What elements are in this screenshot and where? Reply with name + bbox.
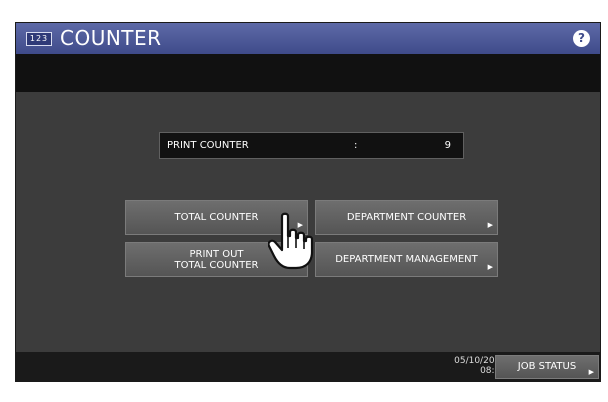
print-out-total-counter-label: PRINT OUT TOTAL COUNTER xyxy=(174,248,259,271)
job-status-button[interactable]: JOB STATUS ▶ xyxy=(495,355,599,379)
print-counter-separator: : xyxy=(354,140,358,151)
help-icon[interactable]: ? xyxy=(573,30,590,47)
department-counter-label: DEPARTMENT COUNTER xyxy=(346,212,467,223)
print-counter-display: PRINT COUNTER : 9 xyxy=(159,132,464,159)
print-counter-value: 9 xyxy=(444,140,451,151)
print-counter-label: PRINT COUNTER xyxy=(167,140,249,151)
message-bar xyxy=(16,54,600,92)
job-status-label: JOB STATUS xyxy=(517,361,577,372)
title-bar: 123 COUNTER ? xyxy=(16,23,600,54)
arrow-right-icon: ▶ xyxy=(487,221,493,229)
department-management-button[interactable]: DEPARTMENT MANAGEMENT ▶ xyxy=(315,242,498,277)
total-counter-label: TOTAL COUNTER xyxy=(174,212,259,223)
pointing-hand-icon xyxy=(268,212,314,270)
department-management-label: DEPARTMENT MANAGEMENT xyxy=(335,254,478,265)
counter-window: 123 COUNTER ? PRINT COUNTER : 9 TOTAL CO… xyxy=(15,22,601,382)
counter-app-icon: 123 xyxy=(26,32,52,46)
status-bar: 05/10/2016 08:36 JOB STATUS ▶ xyxy=(16,352,600,381)
arrow-right-icon: ▶ xyxy=(487,263,493,271)
department-counter-button[interactable]: DEPARTMENT COUNTER ▶ xyxy=(315,200,498,235)
arrow-right-icon: ▶ xyxy=(588,368,594,376)
page-title: COUNTER xyxy=(60,26,162,50)
